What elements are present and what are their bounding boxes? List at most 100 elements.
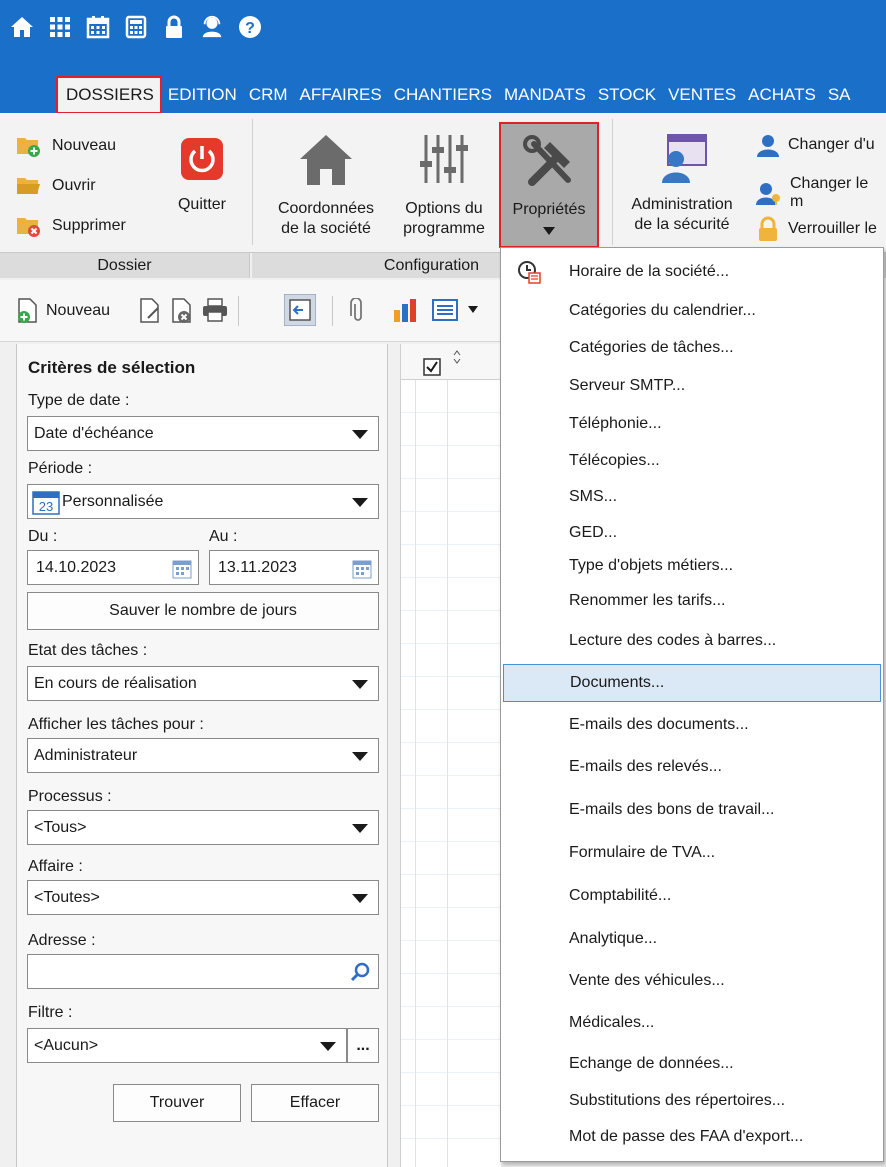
options-programme-button[interactable]: Options du programme bbox=[394, 131, 494, 239]
security-admin-icon bbox=[662, 134, 707, 183]
proprietes-button[interactable]: Propriétés bbox=[499, 122, 599, 248]
menu-item-comptabilite[interactable]: Comptabilité... bbox=[503, 877, 881, 915]
toolbar-edit-button[interactable] bbox=[138, 298, 162, 324]
du-date-field[interactable]: 14.10.2023 bbox=[27, 550, 199, 585]
coordonnees-societe-button[interactable]: Coordonnées de la société bbox=[268, 131, 384, 239]
filtre-select[interactable]: <Aucun> bbox=[27, 1028, 347, 1063]
tab-dossiers[interactable]: DOSSIERS bbox=[56, 76, 162, 114]
menu-item-documents[interactable]: Documents... bbox=[503, 664, 881, 702]
menu-item-label: Catégories de tâches... bbox=[569, 339, 734, 356]
tab-affaires[interactable]: AFFAIRES bbox=[294, 76, 388, 114]
menu-item-mot-de-passe-faa-export[interactable]: Mot de passe des FAA d'export... bbox=[503, 1118, 881, 1156]
lock-icon[interactable] bbox=[162, 14, 186, 40]
processus-select[interactable]: <Tous> bbox=[27, 810, 379, 845]
affaire-select[interactable]: <Toutes> bbox=[27, 880, 379, 915]
printer-icon bbox=[203, 298, 227, 322]
menu-item-categories-taches[interactable]: Catégories de tâches... bbox=[503, 329, 881, 367]
tab-chantiers[interactable]: CHANTIERS bbox=[388, 76, 498, 114]
adresse-input[interactable] bbox=[27, 954, 379, 989]
etat-taches-value: En cours de réalisation bbox=[34, 674, 197, 692]
menu-item-telecopies[interactable]: Télécopies... bbox=[503, 442, 881, 480]
periode-label: Période : bbox=[28, 460, 93, 477]
administration-securite-button[interactable]: Administration de la sécurité bbox=[620, 133, 744, 235]
periode-select[interactable]: 23 Personnalisée bbox=[27, 484, 379, 519]
grid-apps-icon[interactable] bbox=[48, 14, 72, 40]
menu-item-echange-donnees[interactable]: Echange de données... bbox=[503, 1045, 881, 1083]
sauver-nombre-jours-button[interactable]: Sauver le nombre de jours bbox=[27, 592, 379, 630]
etat-taches-select[interactable]: En cours de réalisation bbox=[27, 666, 379, 701]
menu-item-sms[interactable]: SMS... bbox=[503, 478, 881, 516]
tab-crm[interactable]: CRM bbox=[243, 76, 294, 114]
chevron-down-icon bbox=[352, 894, 368, 903]
calendar-icon[interactable] bbox=[86, 14, 110, 40]
menu-item-emails-bons-travail[interactable]: E-mails des bons de travail... bbox=[503, 791, 881, 829]
filtre-ellipsis-button[interactable]: ... bbox=[347, 1028, 379, 1063]
ouvrir-label: Ouvrir bbox=[52, 177, 96, 194]
menu-item-label: Horaire de la société... bbox=[569, 263, 730, 280]
menu-item-serveur-smtp[interactable]: Serveur SMTP... bbox=[503, 367, 881, 405]
toolbar-delete-button[interactable] bbox=[170, 298, 194, 324]
toolbar-chart-button[interactable] bbox=[392, 298, 418, 322]
help-icon[interactable]: ? bbox=[238, 14, 262, 40]
tab-stock[interactable]: STOCK bbox=[592, 76, 662, 114]
support-agent-icon[interactable] bbox=[200, 14, 224, 40]
changer-u-label: Changer d'u bbox=[788, 136, 875, 153]
panel-collapse-icon bbox=[284, 294, 316, 326]
affaire-label: Affaire : bbox=[28, 858, 83, 875]
menu-item-telephonie[interactable]: Téléphonie... bbox=[503, 405, 881, 443]
processus-value: <Tous> bbox=[34, 818, 87, 836]
tab-sa[interactable]: SA bbox=[822, 76, 857, 114]
select-all-checkbox[interactable] bbox=[423, 358, 441, 376]
changer-utilisateur-button[interactable]: Changer d'u bbox=[756, 133, 875, 157]
paperclip-icon bbox=[350, 298, 362, 321]
menu-item-analytique[interactable]: Analytique... bbox=[503, 920, 881, 958]
toolbar-nouveau-button[interactable]: Nouveau bbox=[16, 298, 110, 324]
type-date-select[interactable]: Date d'échéance bbox=[27, 416, 379, 451]
effacer-button[interactable]: Effacer bbox=[251, 1084, 379, 1122]
toolbar-attachment-button[interactable] bbox=[350, 298, 366, 324]
menu-item-medicales[interactable]: Médicales... bbox=[503, 1004, 881, 1042]
menu-item-lecture-codes-barres[interactable]: Lecture des codes à barres... bbox=[503, 622, 881, 660]
bar-chart-icon bbox=[394, 299, 416, 322]
calendar-icon: 23 bbox=[32, 490, 60, 515]
toolbar-collapse-panel-button[interactable] bbox=[284, 294, 316, 326]
menu-item-formulaire-tva[interactable]: Formulaire de TVA... bbox=[503, 834, 881, 872]
afficher-taches-value: Administrateur bbox=[34, 746, 138, 764]
menu-item-vente-vehicules[interactable]: Vente des véhicules... bbox=[503, 962, 881, 1000]
afficher-taches-select[interactable]: Administrateur bbox=[27, 738, 379, 773]
menu-item-horaire-societe[interactable]: Horaire de la société... bbox=[503, 253, 881, 291]
menu-item-categories-calendrier[interactable]: Catégories du calendrier... bbox=[503, 292, 881, 330]
tab-mandats[interactable]: MANDATS bbox=[498, 76, 592, 114]
search-icon[interactable] bbox=[350, 962, 370, 982]
toolbar-print-button[interactable] bbox=[202, 298, 228, 322]
menu-item-renommer-tarifs[interactable]: Renommer les tarifs... bbox=[503, 582, 881, 620]
ouvrir-dossier-button[interactable]: Ouvrir bbox=[16, 175, 96, 197]
periode-value: Personnalisée bbox=[62, 492, 164, 510]
verrouiller-button[interactable]: Verrouiller le bbox=[756, 216, 877, 242]
menu-item-emails-documents[interactable]: E-mails des documents... bbox=[503, 706, 881, 744]
toolbar-view-button[interactable] bbox=[432, 298, 478, 322]
chevron-down-icon bbox=[320, 1042, 336, 1051]
tab-edition[interactable]: EDITION bbox=[162, 76, 243, 114]
au-date-field[interactable]: 13.11.2023 bbox=[209, 550, 379, 585]
supprimer-dossier-button[interactable]: Supprimer bbox=[16, 215, 126, 237]
calculator-icon[interactable] bbox=[124, 14, 148, 40]
dropdown-arrow-icon bbox=[543, 227, 555, 235]
tab-achats[interactable]: ACHATS bbox=[742, 76, 822, 114]
home-icon[interactable] bbox=[10, 14, 34, 40]
menu-item-type-objets-metiers[interactable]: Type d'objets métiers... bbox=[503, 547, 881, 585]
sort-icon[interactable] bbox=[453, 350, 461, 364]
menu-item-label: SMS... bbox=[569, 488, 618, 505]
quitter-button[interactable]: Quitter bbox=[170, 137, 234, 215]
menu-item-substitutions-repertoires[interactable]: Substitutions des répertoires... bbox=[503, 1082, 881, 1120]
trouver-button[interactable]: Trouver bbox=[113, 1084, 241, 1122]
changer-mot-de-passe-button[interactable]: Changer le m bbox=[756, 175, 886, 211]
calendar-picker-icon[interactable] bbox=[352, 559, 372, 579]
menu-item-emails-releves[interactable]: E-mails des relevés... bbox=[503, 748, 881, 786]
calendar-picker-icon[interactable] bbox=[172, 559, 192, 579]
nouveau-dossier-button[interactable]: Nouveau bbox=[16, 135, 116, 157]
edit-document-icon bbox=[140, 298, 159, 323]
toolbar-nouveau-label: Nouveau bbox=[46, 302, 111, 319]
tab-ventes[interactable]: VENTES bbox=[662, 76, 742, 114]
afficher-taches-label: Afficher les tâches pour : bbox=[28, 716, 204, 733]
